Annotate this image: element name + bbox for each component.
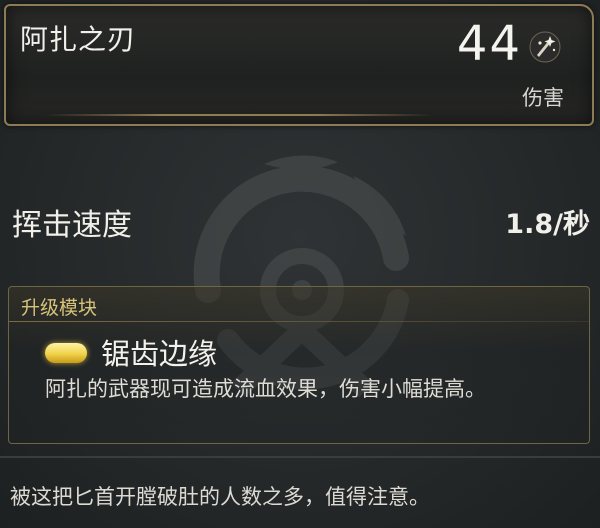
- swing-speed-value: 1.8/秒: [505, 209, 590, 240]
- upgrade-module-panel: 升级模块 锯齿边缘 阿扎的武器现可造成流血效果，伤害小幅提高。: [8, 286, 590, 444]
- module-divider: [9, 321, 589, 322]
- item-tooltip-card: 阿扎之刃 44 伤害 挥击速度 1.8/秒 升级模块 锯齿边缘 阿扎的武器现可造…: [0, 0, 600, 528]
- flavor-text: 被这把匕首开膛破肚的人数之多，值得注意。: [10, 485, 430, 509]
- item-header: 阿扎之刃 44 伤害: [4, 4, 594, 126]
- upgrade-module-header: 升级模块: [21, 297, 98, 319]
- item-name: 阿扎之刃: [20, 23, 137, 56]
- damage-value: 44: [456, 16, 522, 72]
- module-description: 阿扎的武器现可造成流血效果，伤害小幅提高。: [45, 377, 486, 401]
- damage-label: 伤害: [522, 86, 564, 110]
- swing-speed-label: 挥击速度: [12, 208, 132, 243]
- capsule-icon: [45, 343, 87, 363]
- sparkle-slash-icon: [529, 31, 561, 63]
- flavor-divider: [0, 456, 600, 458]
- module-name: 锯齿边缘: [101, 337, 218, 371]
